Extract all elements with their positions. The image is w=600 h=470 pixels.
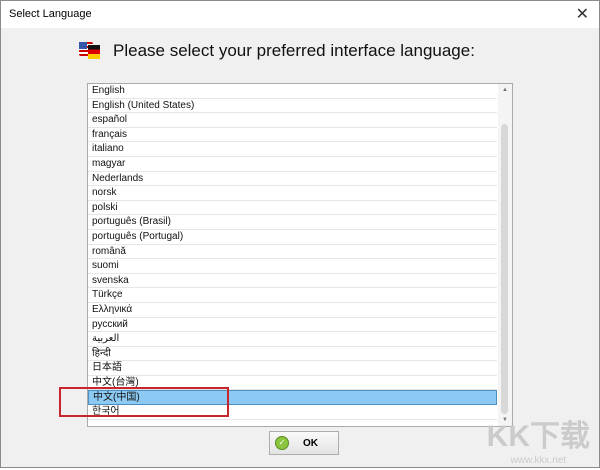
heading-text: Please select your preferred interface l…	[113, 41, 475, 60]
scrollbar-thumb[interactable]	[501, 124, 508, 414]
close-button[interactable]: ✕	[576, 4, 589, 24]
language-item[interactable]: português (Brasil)	[88, 215, 497, 230]
language-item[interactable]: العربية	[88, 332, 497, 347]
language-list[interactable]: English English (United States) español fra…	[87, 83, 513, 427]
language-flags-icon	[79, 42, 101, 60]
language-item[interactable]: suomi	[88, 259, 497, 274]
language-item[interactable]: italiano	[88, 142, 497, 157]
title-bar: Select Language ✕	[1, 1, 599, 28]
language-item[interactable]: русский	[88, 318, 497, 333]
language-item[interactable]: norsk	[88, 186, 497, 201]
language-item[interactable]: magyar	[88, 157, 497, 172]
scrollbar[interactable]: ▲ ▼	[498, 84, 512, 426]
ok-button[interactable]: ✓ OK	[269, 431, 339, 455]
language-item[interactable]: română	[88, 245, 497, 260]
language-item[interactable]: 日本語	[88, 361, 497, 376]
window-title: Select Language	[9, 8, 92, 20]
highlight-box	[59, 387, 229, 417]
watermark-url: www.kkx.net	[510, 455, 567, 466]
language-item[interactable]: Nederlands	[88, 172, 497, 187]
ok-label: OK	[303, 437, 318, 449]
language-item[interactable]: Türkçe	[88, 288, 497, 303]
select-language-dialog: Select Language ✕ Please select your pre…	[0, 0, 600, 468]
language-item[interactable]: English	[88, 84, 497, 99]
language-item[interactable]: polski	[88, 201, 497, 216]
scroll-up-icon[interactable]: ▲	[498, 84, 512, 96]
heading: Please select your preferred interface l…	[79, 41, 475, 61]
watermark-logo: KK下载	[486, 420, 590, 453]
language-item[interactable]: français	[88, 128, 497, 143]
check-icon: ✓	[275, 436, 289, 450]
language-item[interactable]: svenska	[88, 274, 497, 289]
language-item[interactable]: Ελληνικά	[88, 303, 497, 318]
language-item[interactable]: español	[88, 113, 497, 128]
language-item[interactable]: português (Portugal)	[88, 230, 497, 245]
language-item[interactable]: English (United States)	[88, 99, 497, 114]
watermark: KK下载 www.kkx.net	[487, 411, 590, 466]
language-item[interactable]: हिन्दी	[88, 347, 497, 362]
